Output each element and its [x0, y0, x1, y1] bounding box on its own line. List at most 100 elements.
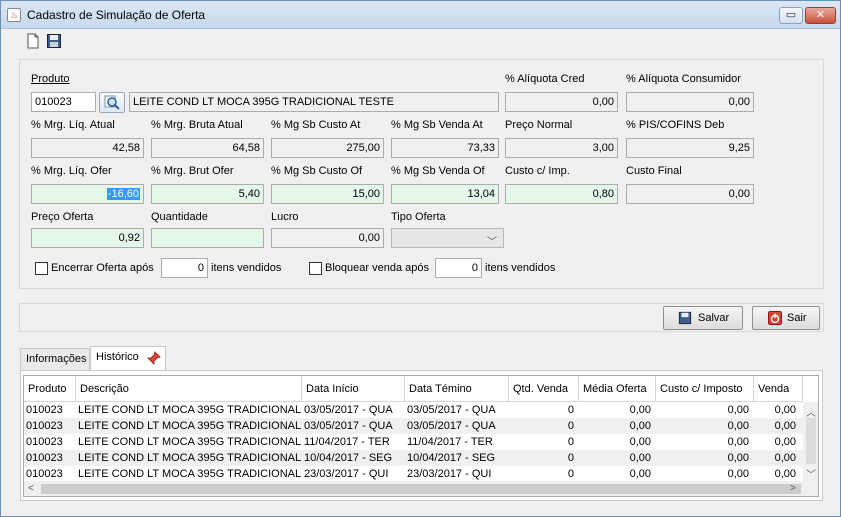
bloquear-value-input[interactable]: 0 — [435, 258, 482, 278]
column-header-qtd-venda[interactable]: Qtd. Venda — [509, 376, 579, 402]
cell-produto: 010023 — [26, 420, 63, 432]
chevron-down-icon: ﹀ — [487, 237, 497, 248]
magnifier-icon — [104, 95, 120, 110]
bloquear-checkbox[interactable] — [309, 262, 322, 275]
table-row[interactable]: 010023 LEITE COND LT MOCA 395G TRADICION… — [24, 466, 804, 482]
mg-sb-custo-at-label: % Mg Sb Custo At — [271, 119, 361, 131]
tipo-oferta-select[interactable]: ﹀ — [391, 228, 504, 248]
aliq-cons-label: % Alíquota Consumidor — [626, 73, 741, 85]
scroll-up-icon[interactable]: ︿ — [806, 404, 816, 419]
cell-qtd-venda: 0 — [567, 436, 574, 448]
cell-data-termino: 11/04/2017 - TER — [407, 436, 493, 448]
cell-descricao: LEITE COND LT MOCA 395G TRADICIONAL ... — [78, 468, 302, 480]
cell-venda: 0,00 — [774, 468, 796, 480]
table-row[interactable]: 010023 LEITE COND LT MOCA 395G TRADICION… — [24, 434, 804, 450]
quantidade-input[interactable] — [151, 228, 264, 248]
restore-button[interactable]: ▭ — [779, 7, 803, 24]
tab-informacoes[interactable]: Informações — [20, 348, 90, 370]
column-header-data-inicio[interactable]: Data Início — [302, 376, 405, 402]
aliq-cons-field: 0,00 — [626, 92, 754, 112]
cell-produto: 010023 — [26, 452, 63, 464]
java-app-icon: ♨ — [7, 8, 21, 22]
mrg-liq-ofer-value: -16,60 — [106, 188, 140, 200]
cell-custo-imposto: 0,00 — [727, 404, 749, 416]
horizontal-scrollbar[interactable]: < > — [24, 481, 818, 496]
main-window: ♨ Cadastro de Simulação de Oferta ▭ ✕ Pr… — [0, 0, 841, 517]
cell-data-inicio: 23/03/2017 - QUI — [304, 468, 389, 480]
encerrar-checkbox[interactable] — [35, 262, 48, 275]
mrg-bruta-atual-field: 64,58 — [151, 138, 264, 158]
table-row[interactable]: 010023 LEITE COND LT MOCA 395G TRADICION… — [24, 418, 804, 434]
scroll-down-icon[interactable]: ﹀ — [806, 466, 816, 481]
cell-qtd-venda: 0 — [567, 468, 574, 480]
title-bar: ♨ Cadastro de Simulação de Oferta ▭ ✕ — [1, 1, 840, 29]
cell-media-oferta: 0,00 — [629, 404, 651, 416]
lucro-field: 0,00 — [271, 228, 384, 248]
horizontal-scroll-thumb[interactable] — [41, 484, 801, 494]
table-row[interactable]: 010023 LEITE COND LT MOCA 395G TRADICION… — [24, 450, 804, 466]
mrg-brut-ofer-label: % Mrg. Brut Ofer — [151, 165, 234, 177]
encerrar-value-input[interactable]: 0 — [161, 258, 208, 278]
scroll-right-icon[interactable]: > — [790, 483, 796, 494]
tab-historico[interactable]: Histórico — [90, 346, 166, 371]
scroll-left-icon[interactable]: < — [28, 483, 34, 494]
mrg-liq-ofer-input[interactable]: -16,60 — [31, 184, 144, 204]
floppy-disk-icon — [678, 311, 692, 325]
table-row[interactable]: 010023 LEITE COND LT MOCA 395G TRADICION… — [24, 402, 804, 418]
pis-cofins-field: 9,25 — [626, 138, 754, 158]
cell-media-oferta: 0,00 — [629, 436, 651, 448]
mg-sb-venda-at-label: % Mg Sb Venda At — [391, 119, 483, 131]
cell-descricao: LEITE COND LT MOCA 395G TRADICIONAL ... — [78, 452, 302, 464]
close-button[interactable]: ✕ — [805, 7, 836, 24]
column-header-media-oferta[interactable]: Média Oferta — [579, 376, 656, 402]
preco-normal-label: Preço Normal — [505, 119, 573, 131]
lucro-label: Lucro — [271, 211, 299, 223]
column-header-produto[interactable]: Produto — [24, 376, 76, 402]
mrg-liq-ofer-label: % Mrg. Líq. Ofer — [31, 165, 112, 177]
cell-data-termino: 03/05/2017 - QUA — [407, 404, 496, 416]
preco-normal-field: 3,00 — [505, 138, 618, 158]
mg-sb-custo-of-input[interactable]: 15,00 — [271, 184, 384, 204]
mrg-bruta-atual-label: % Mrg. Bruta Atual — [151, 119, 243, 131]
custo-final-label: Custo Final — [626, 165, 682, 177]
preco-oferta-input[interactable]: 0,92 — [31, 228, 144, 248]
mg-sb-venda-of-input[interactable]: 13,04 — [391, 184, 499, 204]
produto-code-input[interactable]: 010023 — [31, 92, 96, 112]
bloquear-label: Bloquear venda após — [325, 262, 429, 274]
search-produto-button[interactable] — [99, 92, 125, 113]
vertical-scrollbar[interactable]: ︿ ﹀ — [803, 402, 818, 482]
custo-imp-input[interactable]: 0,80 — [505, 184, 618, 204]
aliq-cred-label: % Alíquota Cred — [505, 73, 585, 85]
column-header-data-termino[interactable]: Data Témino — [405, 376, 509, 402]
quantidade-label: Quantidade — [151, 211, 208, 223]
mrg-brut-ofer-input[interactable]: 5,40 — [151, 184, 264, 204]
tab-historico-label: Histórico — [96, 351, 139, 363]
sair-button[interactable]: Sair — [752, 306, 820, 330]
cell-qtd-venda: 0 — [567, 452, 574, 464]
cell-data-inicio: 03/05/2017 - QUA — [304, 404, 393, 416]
column-header-venda[interactable]: Venda — [754, 376, 803, 402]
cell-data-termino: 03/05/2017 - QUA — [407, 420, 496, 432]
mg-sb-venda-at-field: 73,33 — [391, 138, 499, 158]
cell-venda: 0,00 — [774, 436, 796, 448]
floppy-disk-icon[interactable] — [46, 33, 62, 49]
salvar-button-label: Salvar — [698, 312, 730, 324]
bloquear-suffix: itens vendidos — [485, 262, 556, 274]
mg-sb-venda-of-label: % Mg Sb Venda Of — [391, 165, 485, 177]
vertical-scroll-thumb[interactable] — [806, 418, 816, 464]
column-header-custo-imposto[interactable]: Custo c/ Imposto — [656, 376, 754, 402]
cell-custo-imposto: 0,00 — [727, 436, 749, 448]
cell-descricao: LEITE COND LT MOCA 395G TRADICIONAL ... — [78, 420, 302, 432]
salvar-button[interactable]: Salvar — [663, 306, 743, 330]
sair-button-label: Sair — [787, 312, 807, 324]
mg-sb-custo-of-label: % Mg Sb Custo Of — [271, 165, 363, 177]
new-document-icon[interactable] — [25, 33, 41, 49]
cell-descricao: LEITE COND LT MOCA 395G TRADICIONAL ... — [78, 404, 302, 416]
encerrar-suffix: itens vendidos — [211, 262, 282, 274]
cell-produto: 010023 — [26, 436, 63, 448]
custo-imp-label: Custo c/ Imp. — [505, 165, 570, 177]
cell-qtd-venda: 0 — [567, 404, 574, 416]
cell-venda: 0,00 — [774, 420, 796, 432]
column-header-descricao[interactable]: Descrição — [76, 376, 302, 402]
cell-produto: 010023 — [26, 468, 63, 480]
